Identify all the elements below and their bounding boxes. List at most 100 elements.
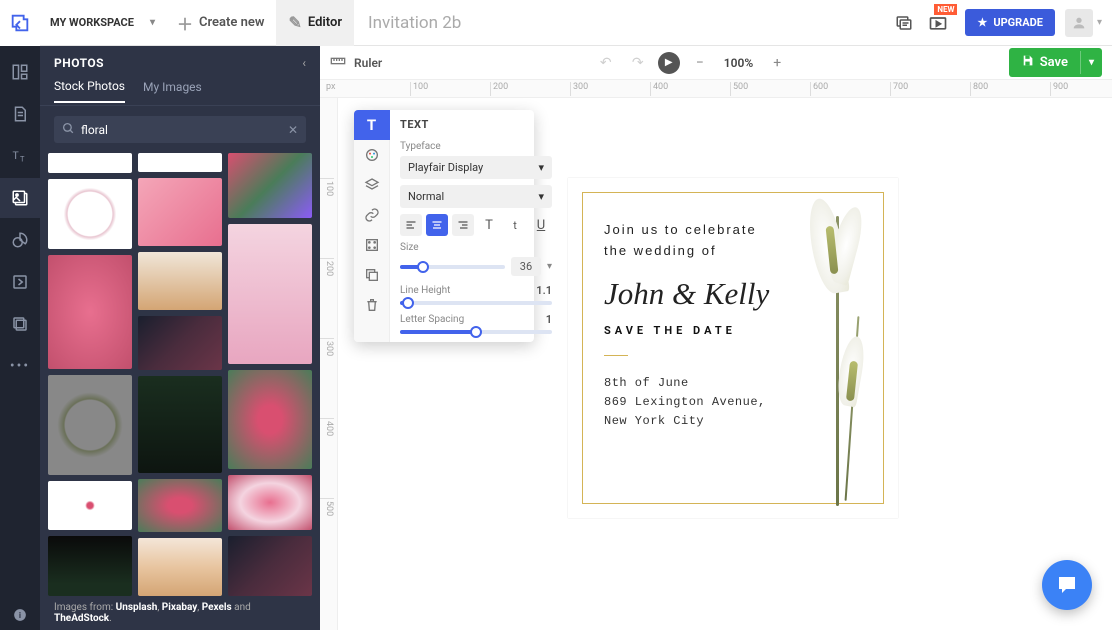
photo-thumb[interactable] <box>48 179 132 249</box>
tp-tab-color[interactable] <box>354 140 390 170</box>
line-height-slider[interactable] <box>400 301 552 305</box>
photo-thumb[interactable] <box>48 536 132 596</box>
rail-shapes[interactable] <box>0 220 40 260</box>
app-logo[interactable] <box>0 0 40 46</box>
star-icon: ★ <box>977 16 987 29</box>
card-info-2[interactable]: 869 Lexington Avenue, <box>604 393 862 412</box>
canvas-card[interactable]: Join us to celebrate the wedding of John… <box>568 178 898 518</box>
topbar: MY WORKSPACE▾ ＋ Create new ✎ Editor Invi… <box>0 0 1112 46</box>
card-save-date[interactable]: SAVE THE DATE <box>604 324 862 337</box>
letter-spacing-value: 1 <box>532 313 552 326</box>
ruler-icon[interactable] <box>330 53 346 72</box>
photo-thumb[interactable] <box>228 370 312 470</box>
rail-more[interactable]: ••• <box>0 346 40 386</box>
photo-thumb[interactable] <box>228 536 312 596</box>
photo-thumb[interactable] <box>138 376 222 473</box>
rail-duplicate[interactable] <box>0 304 40 344</box>
tp-tab-text[interactable]: T <box>354 110 390 140</box>
save-dropdown-caret[interactable]: ▾ <box>1080 51 1102 74</box>
rail-pages[interactable] <box>0 94 40 134</box>
tab-my-images[interactable]: My Images <box>143 80 202 102</box>
collapse-panel-icon[interactable]: ‹ <box>302 56 306 70</box>
letter-spacing-label: Letter Spacing <box>400 314 464 325</box>
photo-thumb[interactable] <box>48 375 132 475</box>
size-slider[interactable] <box>400 265 505 269</box>
zoom-in-button[interactable]: + <box>765 51 789 75</box>
photo-thumb[interactable] <box>228 475 312 530</box>
tp-tab-duplicate[interactable] <box>354 260 390 290</box>
photo-thumb[interactable] <box>228 224 312 364</box>
comments-icon[interactable] <box>887 0 921 46</box>
vertical-ruler: 100 200 300 400 500 <box>320 98 338 630</box>
card-info-1[interactable]: 8th of June <box>604 374 862 393</box>
tp-tab-effects[interactable] <box>354 230 390 260</box>
font-family-select[interactable]: Playfair Display▾ <box>400 156 552 179</box>
user-menu-caret[interactable]: ▾ <box>1097 17 1102 28</box>
chat-support-button[interactable] <box>1042 560 1092 610</box>
play-button[interactable]: ▶ <box>658 52 680 74</box>
clear-search-icon[interactable]: ✕ <box>288 123 298 137</box>
rail-info-icon[interactable]: i <box>0 600 40 630</box>
line-height-value: 1.1 <box>532 284 552 297</box>
typeface-label: Typeface <box>400 141 552 152</box>
photo-thumb[interactable] <box>138 479 222 532</box>
user-avatar[interactable] <box>1065 9 1093 37</box>
document-title[interactable]: Invitation 2b <box>368 13 461 33</box>
tp-tab-link[interactable] <box>354 200 390 230</box>
photo-thumb[interactable] <box>138 178 222 246</box>
rail-photos[interactable] <box>0 178 40 218</box>
size-label: Size <box>400 242 552 253</box>
photo-thumb[interactable] <box>138 153 222 172</box>
create-new-button[interactable]: ＋ Create new <box>165 0 277 46</box>
underline-button[interactable]: U <box>530 214 552 236</box>
lowercase-button[interactable]: t <box>504 214 526 236</box>
plus-icon: ＋ <box>177 11 193 35</box>
zoom-out-button[interactable]: − <box>688 51 712 75</box>
save-button[interactable]: Save ▾ <box>1009 48 1102 77</box>
panel-tabs: Stock Photos My Images <box>40 76 320 106</box>
zoom-level[interactable]: 100% <box>724 56 753 70</box>
photo-grid <box>40 153 320 596</box>
letter-spacing-slider[interactable] <box>400 330 552 334</box>
photo-thumb[interactable] <box>48 153 132 173</box>
caret-down-icon[interactable]: ▾ <box>547 261 552 272</box>
rail-text[interactable]: TT <box>0 136 40 176</box>
editor-button[interactable]: ✎ Editor <box>276 0 354 46</box>
font-weight-select[interactable]: Normal▾ <box>400 185 552 208</box>
photo-thumb[interactable] <box>138 252 222 310</box>
photo-thumb[interactable] <box>228 153 312 218</box>
new-badge: NEW <box>934 4 957 15</box>
photo-thumb[interactable] <box>48 255 132 369</box>
undo-button[interactable]: ↶ <box>594 51 618 75</box>
ruler-label: Ruler <box>354 56 382 70</box>
tp-tab-layers[interactable] <box>354 170 390 200</box>
tp-tab-delete[interactable] <box>354 290 390 320</box>
uppercase-button[interactable]: T <box>478 214 500 236</box>
svg-text:T: T <box>20 154 25 163</box>
workarea: Ruler ↶ ↷ ▶ − 100% + Save ▾ px 100 200 3… <box>320 46 1112 630</box>
text-properties-panel: T TEXT Typeface Playfair Display▾ Normal… <box>354 110 534 342</box>
rail-templates[interactable] <box>0 52 40 92</box>
card-info-3[interactable]: New York City <box>604 412 862 431</box>
redo-button[interactable]: ↷ <box>626 51 650 75</box>
card-line2[interactable]: the wedding of <box>604 241 862 262</box>
video-tutorial-icon[interactable]: NEW <box>921 0 955 46</box>
size-value[interactable]: 36 <box>511 257 541 276</box>
line-height-label: Line Height <box>400 285 450 296</box>
photo-thumb[interactable] <box>138 316 222 369</box>
photo-thumb[interactable] <box>48 481 132 531</box>
search-input[interactable] <box>81 123 288 137</box>
caret-down-icon: ▾ <box>150 17 155 28</box>
canvas[interactable]: T TEXT Typeface Playfair Display▾ Normal… <box>338 98 1112 630</box>
photo-thumb[interactable] <box>138 538 222 596</box>
rail-export[interactable] <box>0 262 40 302</box>
workspace-dropdown[interactable]: MY WORKSPACE▾ <box>40 16 165 29</box>
upgrade-button[interactable]: ★ UPGRADE <box>965 9 1055 36</box>
card-names[interactable]: John & Kelly <box>604 276 862 312</box>
align-left-button[interactable] <box>400 214 422 236</box>
tab-stock-photos[interactable]: Stock Photos <box>54 79 125 103</box>
panel-title: PHOTOS <box>54 56 104 70</box>
align-right-button[interactable] <box>452 214 474 236</box>
align-center-button[interactable] <box>426 214 448 236</box>
card-line1[interactable]: Join us to celebrate <box>604 220 862 241</box>
